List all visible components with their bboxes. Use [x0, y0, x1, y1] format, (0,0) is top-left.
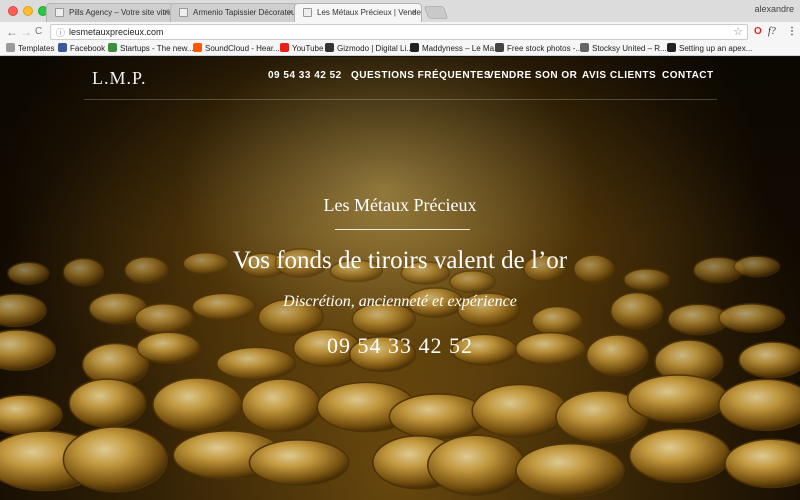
close-tab-icon[interactable]: ×	[164, 4, 169, 21]
hero-divider	[335, 229, 470, 230]
url-text[interactable]: lesmetauxprecieux.com	[69, 27, 164, 37]
browser-tab[interactable]: Pills Agency – Votre site vitrine ×	[46, 3, 174, 22]
bookmark-label: SoundCloud - Hear...	[205, 44, 280, 53]
bookmark-label: Templates	[18, 44, 55, 53]
bookmark-item[interactable]: Free stock photos -...	[495, 43, 582, 55]
hero-phone[interactable]: 09 54 33 42 52	[0, 333, 800, 359]
bookmark-label: Startups - The new...	[120, 44, 194, 53]
bookmark-label: Maddyness – Le Ma...	[422, 44, 501, 53]
minimize-window-button[interactable]	[23, 6, 33, 16]
browser-tab-bar: Pills Agency – Votre site vitrine × Arme…	[0, 0, 800, 22]
nav-item-faq[interactable]: QUESTIONS FRÉQUENTES	[351, 70, 491, 81]
soundcloud-icon	[193, 43, 202, 52]
bookmark-item[interactable]: Stocksy United – R...	[580, 43, 667, 55]
bookmark-item[interactable]: Maddyness – Le Ma...	[410, 43, 501, 55]
website-hero: L.M.P. 09 54 33 42 52 QUESTIONS FRÉQUENT…	[0, 57, 800, 500]
gizmodo-icon	[325, 43, 334, 52]
bookmark-item[interactable]: YouTube	[280, 43, 323, 55]
hero-subtitle: Discrétion, ancienneté et expérience	[283, 293, 517, 310]
tab-favicon-icon	[55, 8, 64, 17]
bookmark-label: Stocksy United – R...	[592, 44, 667, 53]
nav-phone-link[interactable]: 09 54 33 42 52	[268, 70, 342, 81]
folder-icon	[6, 43, 15, 52]
back-icon[interactable]: ←	[6, 24, 18, 40]
nav-divider	[84, 99, 717, 100]
bookmark-item[interactable]: Setting up an apex...	[667, 43, 752, 55]
stocksy-icon	[580, 43, 589, 52]
nav-item-sell-gold[interactable]: VENDRE SON OR	[487, 70, 577, 81]
new-tab-button[interactable]	[423, 6, 449, 19]
hero-brand-name: Les Métaux Précieux	[323, 195, 477, 215]
youtube-icon	[280, 43, 289, 52]
startups-icon	[108, 43, 117, 52]
tab-favicon-icon	[179, 8, 188, 17]
nav-item-reviews[interactable]: AVIS CLIENTS	[582, 70, 656, 81]
forward-icon[interactable]: →	[20, 24, 32, 40]
bookmark-star-icon[interactable]: ☆	[733, 25, 743, 38]
bookmark-item[interactable]: Facebook	[58, 43, 105, 55]
address-bar[interactable]: ⓘ lesmetauxprecieux.com ☆	[50, 24, 748, 40]
bookmark-label: Facebook	[70, 44, 106, 53]
tab-title: Pills Agency – Votre site vitrine	[69, 8, 174, 17]
bookmark-label: YouTube	[292, 44, 324, 53]
tab-favicon-icon	[303, 8, 312, 17]
browser-tab[interactable]: Armenio Tapissier Décorateur ×	[170, 3, 298, 22]
github-icon	[667, 43, 676, 52]
close-window-button[interactable]	[8, 6, 18, 16]
profile-name[interactable]: alexandre	[754, 4, 794, 14]
font-extension-icon[interactable]: f?	[768, 25, 776, 38]
close-tab-icon[interactable]: ×	[288, 4, 293, 21]
browser-tab-active[interactable]: Les Métaux Précieux | Vendez ×	[294, 3, 422, 22]
close-tab-icon[interactable]: ×	[412, 4, 417, 21]
browser-toolbar: ← → C ⓘ lesmetauxprecieux.com ☆ O f? ⋮	[0, 22, 800, 42]
bookmark-item[interactable]: Startups - The new...	[108, 43, 194, 55]
reload-icon[interactable]: C	[35, 24, 42, 40]
menu-icon[interactable]: ⋮	[787, 25, 797, 38]
bookmark-item[interactable]: SoundCloud - Hear...	[193, 43, 280, 55]
site-info-icon[interactable]: ⓘ	[56, 26, 65, 39]
tab-title: Armenio Tapissier Décorateur	[193, 8, 298, 17]
nav-item-contact[interactable]: CONTACT	[662, 70, 714, 81]
bookmarks-bar: Templates Facebook Startups - The new...…	[0, 42, 800, 56]
bookmark-item[interactable]: Gizmodo | Digital Li...	[325, 43, 413, 55]
bookmark-label: Free stock photos -...	[507, 44, 583, 53]
stock-photos-icon	[495, 43, 504, 52]
hero-title: Vos fonds de tiroirs valent de l’or	[232, 247, 568, 274]
maddyness-icon	[410, 43, 419, 52]
bookmark-label: Gizmodo | Digital Li...	[337, 44, 413, 53]
facebook-icon	[58, 43, 67, 52]
bookmark-label: Setting up an apex...	[679, 44, 753, 53]
site-logo[interactable]: L.M.P.	[92, 68, 147, 89]
tab-title: Les Métaux Précieux | Vendez	[317, 8, 422, 17]
opera-extension-icon[interactable]: O	[754, 25, 762, 38]
bookmark-item[interactable]: Templates	[6, 43, 54, 55]
hero-overlay	[0, 57, 800, 500]
